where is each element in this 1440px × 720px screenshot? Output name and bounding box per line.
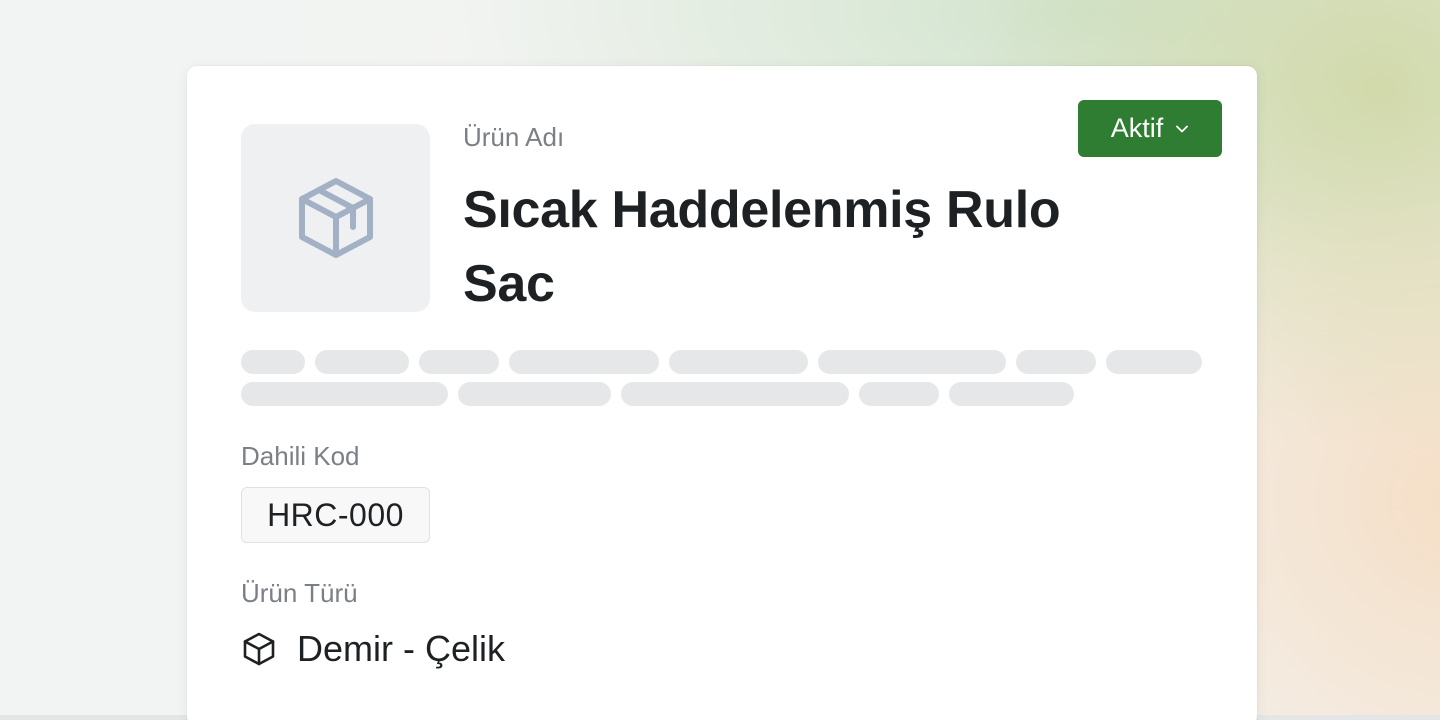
skeleton-pill — [1106, 350, 1202, 374]
description-skeleton-line-1 — [241, 350, 1202, 374]
status-label: Aktif — [1110, 113, 1164, 143]
skeleton-pill — [1016, 350, 1096, 374]
product-card: Ürün Adı Sıcak Haddelenmiş Rulo Sac Akti… — [187, 66, 1257, 720]
product-type-label: Ürün Türü — [241, 578, 358, 608]
package-icon — [298, 178, 373, 258]
status-dropdown-button[interactable]: Aktif — [1078, 100, 1222, 157]
description-skeleton-line-2 — [241, 382, 1074, 406]
skeleton-pill — [621, 382, 849, 406]
product-type-row: Demir - Çelik — [241, 628, 505, 670]
skeleton-pill — [241, 382, 448, 406]
product-type-value: Demir - Çelik — [297, 628, 506, 669]
skeleton-pill — [458, 382, 611, 406]
product-thumbnail — [241, 124, 430, 312]
skeleton-pill — [241, 350, 305, 374]
chevron-down-icon — [1176, 125, 1189, 132]
product-title: Sıcak Haddelenmiş Rulo Sac — [463, 181, 1061, 313]
skeleton-pill — [859, 382, 939, 406]
skeleton-pill — [669, 350, 808, 374]
skeleton-pill — [818, 350, 1006, 374]
internal-code-label: Dahili Kod — [241, 441, 360, 471]
internal-code-chip: HRC-000 — [241, 487, 430, 543]
skeleton-pill — [509, 350, 659, 374]
skeleton-pill — [419, 350, 499, 374]
product-name-label: Ürün Adı — [463, 122, 565, 152]
cube-icon — [243, 632, 275, 666]
skeleton-pill — [949, 382, 1074, 406]
skeleton-pill — [315, 350, 409, 374]
